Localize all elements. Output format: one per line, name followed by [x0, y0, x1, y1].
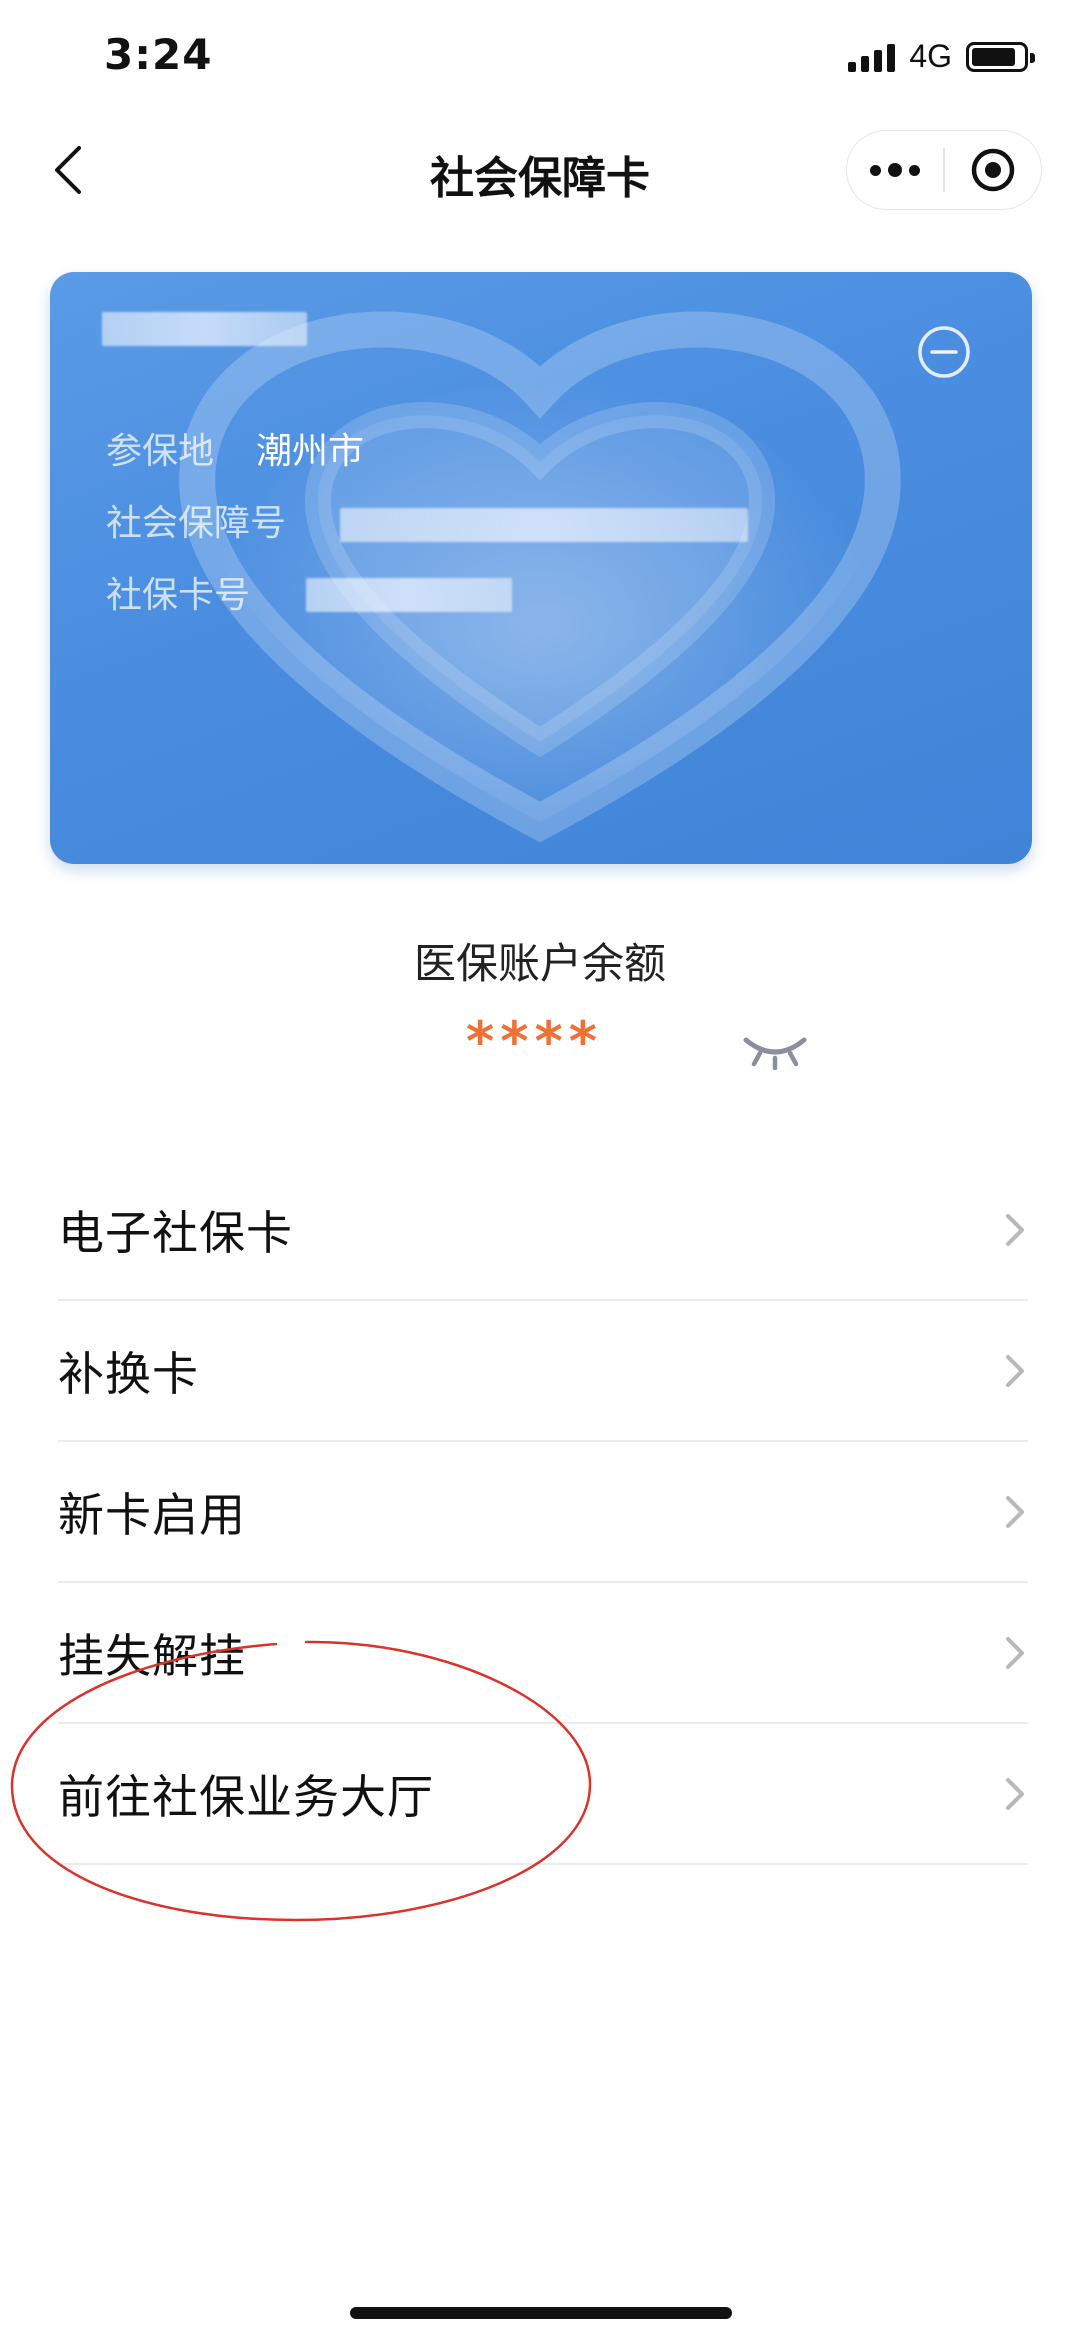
- minus-circle-icon[interactable]: [916, 324, 972, 380]
- cardholder-name-redacted: [102, 312, 307, 346]
- more-dots-icon: [870, 163, 920, 177]
- chevron-right-icon: [1006, 1213, 1024, 1246]
- medical-balance-value: ****: [466, 1010, 603, 1073]
- social-security-card[interactable]: 参保地 潮州市 社会保障号 社保卡号: [50, 272, 1032, 864]
- card-number-label: 社保卡号: [106, 575, 251, 616]
- mini-program-capsule: [846, 130, 1042, 210]
- menu-item-label: 补换卡: [58, 1346, 199, 1401]
- network-type: 4G: [909, 38, 952, 74]
- insured-place-label: 参保地: [106, 431, 215, 472]
- close-button[interactable]: [945, 131, 1041, 209]
- chevron-right-icon: [1006, 1354, 1024, 1387]
- home-indicator: [350, 2307, 732, 2319]
- more-button[interactable]: [847, 131, 943, 209]
- menu-item-label: 新卡启用: [58, 1487, 246, 1542]
- chevron-right-icon: [1006, 1636, 1024, 1669]
- battery-icon: [966, 41, 1035, 72]
- menu-item-label: 电子社保卡: [58, 1205, 293, 1260]
- eye-closed-icon[interactable]: [740, 1030, 810, 1070]
- red-annotation-ellipse: [10, 1640, 592, 1922]
- menu-item-replace-card[interactable]: 补换卡: [58, 1301, 1028, 1442]
- ssn-label: 社会保障号: [106, 503, 287, 544]
- chevron-right-icon: [1006, 1777, 1024, 1810]
- medical-balance-title: 医保账户余额: [413, 939, 666, 988]
- ssn-value-redacted: [340, 508, 748, 542]
- card-number-redacted: [306, 578, 512, 612]
- chevron-right-icon: [1006, 1495, 1024, 1528]
- menu-item-electronic-card[interactable]: 电子社保卡: [58, 1160, 1028, 1301]
- target-circle-icon: [971, 148, 1015, 192]
- status-time: 3:24: [104, 30, 213, 79]
- status-bar: 3:24 4G: [0, 0, 1080, 120]
- signal-icon: [848, 42, 896, 72]
- nav-bar: 社会保障卡: [0, 120, 1080, 220]
- menu-item-activate-new-card[interactable]: 新卡启用: [58, 1442, 1028, 1583]
- insured-place-value: 潮州市: [256, 431, 365, 472]
- status-indicators: 4G: [848, 38, 1035, 75]
